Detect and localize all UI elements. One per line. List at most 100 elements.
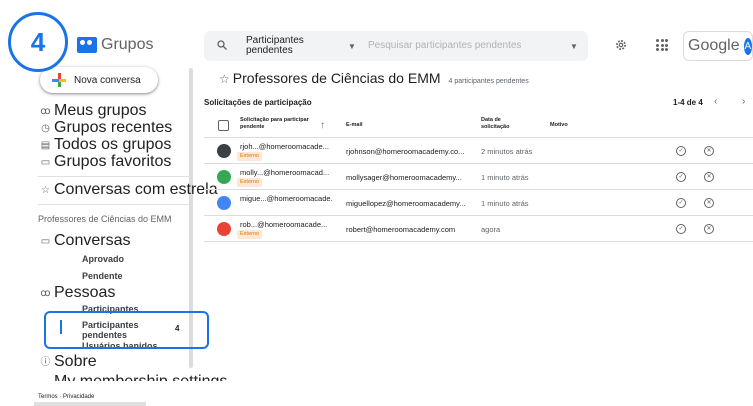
table-header: Solicitação para participar pendente ↑ E… [204,112,753,138]
sidebar-item-approved[interactable]: Aprovado [82,254,124,264]
requests-table: Solicitação para participar pendente ↑ E… [204,112,753,242]
sidebar-item-conversations[interactable]: ▭ Conversas [41,232,131,249]
select-all-checkbox[interactable] [218,120,229,131]
column-header-requester[interactable]: Solicitação para participar pendente [240,117,310,131]
gear-icon[interactable] [614,38,628,52]
requester-email: rjohnson@homeroomacademy.co... [346,147,465,156]
footer-links[interactable]: Termos · Privacidade [38,394,94,400]
google-wordmark: Google [688,37,740,54]
requester-email: miguellopez@homeroomacademy... [346,199,466,208]
sidebar-item-favorite-groups[interactable]: ▭ Grupos favoritos [41,153,172,170]
external-badge: Externo [237,178,262,187]
avatar[interactable]: A [743,37,752,55]
external-badge: Externo [237,152,262,161]
pending-members-label: 4 participantes pendentes [448,78,529,85]
sidebar-item-label: Meus grupos [54,102,147,119]
request-date: agora [481,225,501,234]
search-input[interactable] [368,40,568,51]
sidebar-item-label: Grupos recentes [54,119,173,136]
table-row[interactable]: molly...@homeroomacad... Externo mollysage… [204,164,753,190]
step-number-badge: 4 [8,12,68,72]
approve-icon[interactable]: ✓ [676,146,686,156]
new-conversation-label: Nova conversa [74,74,141,86]
requester-name: rob...@homeroomacade... [240,220,328,229]
request-date: 2 minutos atrás [481,147,533,156]
approve-icon[interactable]: ✓ [676,172,686,182]
table-row[interactable]: rob...@homeroomacade... Externo robert@hom… [204,216,753,242]
table-row[interactable]: migue...@homeroomacade... miguellopez@hom… [204,190,753,216]
requester-name: rjoh...@homeroomacade... [240,142,329,151]
app-name: Grupos [101,36,154,53]
groups-logo[interactable]: Grupos [77,36,153,54]
divider [38,176,190,177]
divider [38,204,190,205]
sidebar-item-label: Conversas com estrela [54,181,218,198]
reject-icon[interactable]: ✕ [704,224,714,234]
sidebar-item-my-groups[interactable]: ꝏ Meus grupos [40,102,147,119]
search-scope-select[interactable]: Participantes pendentes [246,36,338,56]
request-date: 1 minuto atrás [481,173,529,182]
highlight-cursor-bar [60,320,62,334]
requester-email: mollysager@homeroomacademy... [346,173,462,182]
requester-email: robert@homeroomacademy.com [346,225,456,234]
search-icon[interactable] [216,39,228,51]
folder-icon: ▭ [40,156,51,168]
star-icon: ☆ [41,184,50,196]
sidebar-item-membership-settings[interactable]: ♙ My membership settings [54,373,227,381]
sidebar-item-pending[interactable]: Pendente [82,271,123,281]
highlight-box [44,311,209,349]
chevron-left-icon[interactable]: ‹ [714,96,717,107]
clock-icon: ◷ [41,122,50,134]
avatar [217,222,231,236]
sidebar-item-recent-groups[interactable]: ◷ Grupos recentes [41,119,173,136]
sidebar-item-label: My membership settings [54,373,227,381]
search-options-icon[interactable]: ▼ [570,42,578,51]
pagination-label: 1-4 de 4 [673,98,703,107]
new-conversation-button[interactable]: Nova conversa [40,67,158,93]
sidebar-item-people[interactable]: ꝏ Pessoas [40,284,116,301]
chevron-right-icon[interactable]: › [742,96,745,107]
account-switcher[interactable]: Google A [683,31,753,61]
reject-icon[interactable]: ✕ [704,198,714,208]
column-header-date[interactable]: Data de solicitação [481,117,521,131]
avatar [217,170,231,184]
requester-name: migue...@homeroomacade... [240,194,332,203]
sidebar-item-starred[interactable]: ☆ Conversas com estrela [41,181,218,198]
avatar [217,196,231,210]
table-body: rjoh...@homeroomacade... Externo rjohnson@… [204,138,753,242]
avatar [217,144,231,158]
pending-members-count: 4 [175,324,180,333]
approve-icon[interactable]: ✓ [676,224,686,234]
reject-icon[interactable]: ✕ [704,172,714,182]
list-icon: ▤ [40,139,51,151]
sidebar-item-label: Todos os grupos [54,136,172,153]
requester-name: molly...@homeroomacad... [240,168,330,177]
arrow-up-icon[interactable]: ↑ [320,120,325,131]
request-date: 1 minuto atrás [481,199,529,208]
search-bar[interactable]: Participantes pendentes ▼ ▼ [204,31,588,61]
requests-section-title: Solicitações de participação [204,98,312,107]
sidebar-item-label: Pessoas [54,284,116,301]
reject-icon[interactable]: ✕ [704,146,714,156]
sidebar-item-label: Grupos favoritos [54,153,172,170]
plus-icon [52,73,66,87]
group-title: Professores de Ciências do EMM [232,70,441,86]
groups-logo-icon [77,37,97,53]
scope-dropdown-icon[interactable]: ▼ [348,42,356,51]
sidebar-item-about[interactable]: ⓘ Sobre [41,353,97,370]
people-icon: ꝏ [40,105,51,117]
column-header-email[interactable]: E-mail [346,122,363,129]
sidebar-item-all-groups[interactable]: ▤ Todos os grupos [41,136,172,153]
sidebar-item-label: Conversas [54,232,131,249]
table-row[interactable]: rjoh...@homeroomacade... Externo rjohnson@… [204,138,753,164]
apps-grid-icon[interactable] [656,39,668,51]
star-icon[interactable]: ☆ [219,72,230,86]
approve-icon[interactable]: ✓ [676,198,686,208]
people-icon: ꝏ [40,287,51,299]
sidebar-item-label: Sobre [54,353,97,370]
horizontal-scrollbar[interactable] [34,402,146,406]
group-section-title: Professores de Ciências do EMM [38,214,172,224]
column-header-reason[interactable]: Motivo [550,122,568,129]
info-icon: ⓘ [40,356,51,368]
external-badge: Externo [237,230,262,239]
